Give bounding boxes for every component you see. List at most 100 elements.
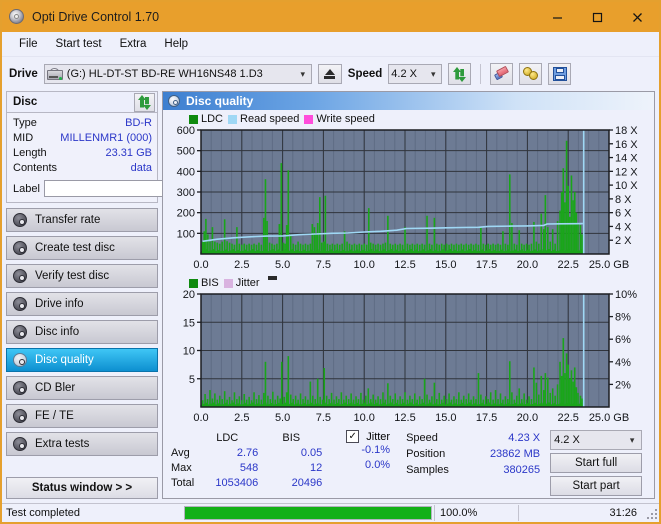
sidebar-item-verify-test-disc[interactable]: Verify test disc bbox=[6, 264, 158, 288]
samples-row: Samples 380265 bbox=[406, 462, 540, 478]
svg-text:400: 400 bbox=[177, 166, 195, 178]
sidebar-item-create-test-disc[interactable]: Create test disc bbox=[6, 236, 158, 260]
toolbar: Drive (G:) HL-DT-ST BD-RE WH16NS48 1.D3 … bbox=[2, 57, 659, 91]
disc-icon bbox=[13, 241, 27, 255]
disc-type-value: BD-R bbox=[125, 117, 152, 129]
svg-text:10.0: 10.0 bbox=[353, 412, 374, 424]
test-speed-select[interactable]: 4.2 X ▾ bbox=[550, 430, 643, 450]
speed-select[interactable]: 4.2 X ▾ bbox=[388, 64, 443, 84]
sidebar-item-transfer-rate[interactable]: Transfer rate bbox=[6, 208, 158, 232]
progress-fill bbox=[185, 507, 431, 519]
stats-corner bbox=[171, 432, 194, 445]
settings-button[interactable] bbox=[519, 63, 543, 85]
disc-icon bbox=[13, 297, 27, 311]
sidebar-item-fe-te[interactable]: FE / TE bbox=[6, 404, 158, 428]
svg-text:17.5: 17.5 bbox=[476, 259, 497, 271]
resize-grip-icon[interactable] bbox=[645, 507, 657, 519]
legend-item-read-speed: Read speed bbox=[228, 113, 299, 125]
drive-select[interactable]: (G:) HL-DT-ST BD-RE WH16NS48 1.D3 ▾ bbox=[43, 64, 312, 84]
sidebar-item-label: Drive info bbox=[35, 298, 84, 310]
status-window-button[interactable]: Status window > > bbox=[6, 477, 158, 499]
menu-extra[interactable]: Extra bbox=[111, 36, 156, 52]
svg-text:600: 600 bbox=[177, 126, 195, 137]
minimize-icon[interactable] bbox=[537, 2, 577, 32]
stats-row-label-total: Total bbox=[171, 477, 195, 489]
close-icon[interactable] bbox=[617, 2, 657, 32]
table-row: Avg 2.76 0.05 bbox=[171, 447, 322, 460]
jitter-label: Jitter bbox=[366, 430, 391, 443]
speed-select-value: 4.2 X bbox=[391, 68, 417, 80]
sidebar-item-label: CD Bler bbox=[35, 382, 76, 394]
svg-text:500: 500 bbox=[177, 146, 195, 158]
stats-avg-ldc: 2.76 bbox=[236, 447, 259, 459]
save-button[interactable] bbox=[548, 63, 572, 85]
sidebar-item-cd-bler[interactable]: CD Bler bbox=[6, 376, 158, 400]
disc-length-value: 23.31 GB bbox=[105, 147, 152, 159]
jitter-checkbox[interactable]: ✓ bbox=[346, 430, 360, 443]
svg-text:200: 200 bbox=[177, 208, 195, 220]
disc-info-panel: Disc Type BD-R MID MILLENMR1 (000) Lengt… bbox=[6, 91, 247, 203]
sidebar-item-extra-tests[interactable]: Extra tests bbox=[6, 432, 158, 456]
window-controls bbox=[537, 2, 657, 32]
svg-text:22.5: 22.5 bbox=[557, 259, 578, 271]
maximize-icon[interactable] bbox=[577, 2, 617, 32]
panel-header: Disc quality bbox=[163, 92, 654, 110]
chart-ldc-legend: LDC Read speed Write speed bbox=[163, 112, 654, 126]
disc-icon bbox=[13, 269, 27, 283]
speed-position-column: Speed 4.23 X Position 23862 MB Samples 3… bbox=[406, 430, 540, 478]
progress-percent: 100.0% bbox=[434, 505, 518, 521]
disc-length-label: Length bbox=[13, 147, 47, 159]
status-bar: Test completed 100.0% 31:26 bbox=[2, 503, 659, 522]
sidebar-item-disc-info[interactable]: Disc info bbox=[6, 320, 158, 344]
legend-item-ldc: LDC bbox=[189, 113, 223, 125]
svg-text:5.0: 5.0 bbox=[275, 412, 290, 424]
sidebar-item-label: Create test disc bbox=[35, 242, 115, 254]
svg-text:6 X: 6 X bbox=[615, 208, 632, 220]
legend-swatch-read-speed bbox=[228, 114, 238, 124]
svg-text:20.0: 20.0 bbox=[517, 412, 538, 424]
jitter-column: ✓ Jitter -0.1% 0.0% bbox=[346, 430, 390, 473]
menu-help[interactable]: Help bbox=[155, 36, 197, 52]
menu-start-test[interactable]: Start test bbox=[47, 36, 111, 52]
refresh-button[interactable] bbox=[448, 63, 472, 85]
disc-contents-value: data bbox=[130, 162, 152, 174]
drive-select-value: (G:) HL-DT-ST BD-RE WH16NS48 1.D3 bbox=[66, 68, 263, 80]
jitter-avg-value: -0.1% bbox=[361, 444, 391, 456]
position-key: Position bbox=[406, 448, 446, 460]
test-speed-value: 4.2 X bbox=[554, 434, 580, 446]
svg-text:4 X: 4 X bbox=[615, 221, 632, 233]
legend-marker-extra bbox=[267, 276, 277, 280]
disc-icon bbox=[13, 353, 27, 367]
status-message: Test completed bbox=[6, 507, 80, 519]
svg-text:4%: 4% bbox=[615, 357, 631, 369]
menu-file[interactable]: File bbox=[10, 36, 47, 52]
start-full-button[interactable]: Start full bbox=[550, 453, 643, 473]
svg-text:25.0 GB: 25.0 GB bbox=[589, 259, 629, 271]
svg-text:15.0: 15.0 bbox=[435, 259, 456, 271]
progress-bar bbox=[184, 506, 432, 520]
clear-button[interactable] bbox=[490, 63, 514, 85]
svg-text:15.0: 15.0 bbox=[435, 412, 456, 424]
chart-bis-legend: BIS Jitter bbox=[163, 276, 654, 290]
svg-text:10 X: 10 X bbox=[615, 180, 638, 192]
svg-text:15: 15 bbox=[183, 317, 195, 329]
window-title: Opti Drive Control 1.70 bbox=[32, 10, 160, 24]
sidebar-item-label: Extra tests bbox=[35, 438, 90, 450]
legend-swatch-jitter bbox=[223, 278, 233, 288]
svg-text:20: 20 bbox=[183, 290, 195, 301]
sidebar-item-disc-quality[interactable]: Disc quality bbox=[6, 348, 158, 372]
disc-mid-label: MID bbox=[13, 132, 34, 144]
table-row: Max 548 12 bbox=[171, 462, 322, 475]
drive-label: Drive bbox=[9, 68, 38, 80]
svg-text:0.0: 0.0 bbox=[193, 259, 208, 271]
samples-value: 380265 bbox=[503, 464, 541, 476]
speed-value: 4.23 X bbox=[508, 432, 541, 444]
chart-bis-svg: 5 10 15 20 2% 4% 6% 8% 10% 0.0 2.5 5.0 7.5 10.0 12.5 15… bbox=[183, 290, 637, 424]
svg-text:300: 300 bbox=[177, 187, 195, 199]
svg-text:20.0: 20.0 bbox=[517, 259, 538, 271]
svg-text:10: 10 bbox=[183, 346, 195, 358]
sidebar-item-drive-info[interactable]: Drive info bbox=[6, 292, 158, 316]
start-part-button[interactable]: Start part bbox=[550, 476, 643, 496]
eject-button[interactable] bbox=[317, 64, 342, 84]
disc-refresh-button[interactable] bbox=[134, 92, 155, 112]
